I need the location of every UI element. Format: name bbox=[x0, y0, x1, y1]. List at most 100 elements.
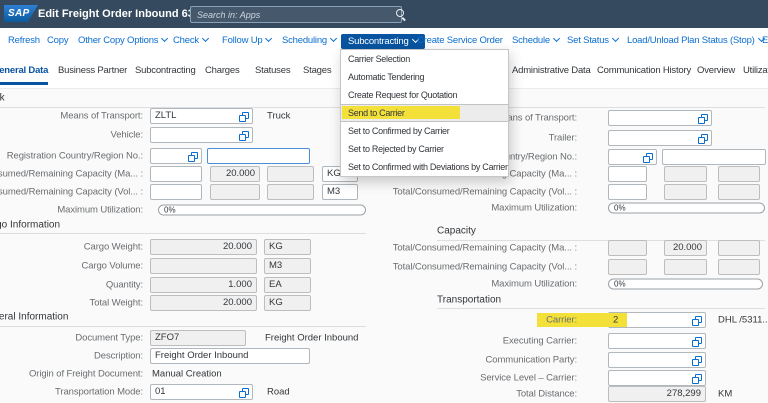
tab-general-data[interactable]: General Data bbox=[0, 64, 48, 85]
communication-party-label: Communication Party: bbox=[327, 355, 577, 366]
registration-country-input[interactable] bbox=[150, 148, 202, 164]
value-help-icon[interactable] bbox=[239, 112, 249, 122]
value-help-icon[interactable] bbox=[239, 131, 249, 141]
carrier-desc: DHL /5311... bbox=[718, 315, 768, 326]
total-distance-unit: KM bbox=[718, 389, 732, 400]
description-input[interactable]: Freight Order Inbound bbox=[150, 348, 310, 364]
scheduling-button[interactable]: Scheduling bbox=[282, 28, 336, 54]
tab-administrative-data[interactable]: Administrative Data bbox=[512, 64, 591, 82]
copy-button[interactable]: Copy bbox=[47, 28, 68, 54]
tab-overview[interactable]: Overview bbox=[697, 64, 735, 82]
trailer-capacity-volume-total-input[interactable] bbox=[608, 184, 647, 200]
capacity-mass-remaining-field bbox=[267, 166, 314, 182]
chevron-down-icon bbox=[161, 35, 168, 42]
other-copy-options-button[interactable]: Other Copy Options bbox=[78, 28, 167, 54]
registration-number-input[interactable] bbox=[207, 148, 310, 164]
capacity-volume-label-right: Total/Consumed/Remaining Capacity (Vol..… bbox=[327, 262, 577, 273]
capacity-mass-total-input[interactable] bbox=[150, 166, 202, 182]
capacity-volume-consumed-field bbox=[210, 184, 260, 200]
section-divider bbox=[437, 308, 765, 309]
registration-country-label: Registration Country/Region No.: bbox=[0, 151, 143, 162]
value-help-icon[interactable] bbox=[692, 337, 702, 347]
section-divider bbox=[0, 233, 366, 234]
menu-item-set-to-confirmed-by-carrier[interactable]: Set to Confirmed by Carrier bbox=[341, 122, 508, 140]
tab-utilization[interactable]: Utilization bbox=[743, 64, 768, 82]
value-help-icon[interactable] bbox=[692, 316, 702, 326]
transportation-mode-desc: Road bbox=[267, 387, 290, 398]
value-help-icon[interactable] bbox=[643, 153, 653, 163]
follow-up-button[interactable]: Follow Up bbox=[222, 28, 271, 54]
subcontracting-menu-button[interactable]: Subcontracting bbox=[341, 34, 425, 49]
menu-item-set-to-rejected-by-carrier[interactable]: Set to Rejected by Carrier bbox=[341, 140, 508, 158]
check-button[interactable]: Check bbox=[173, 28, 208, 54]
document-type-field: ZFO7 bbox=[150, 330, 246, 346]
cargo-volume-unit-field: M3 bbox=[264, 258, 311, 274]
communication-party-input[interactable] bbox=[608, 352, 706, 368]
menu-item-create-request-for-quotation[interactable]: Create Request for Quotation bbox=[341, 86, 508, 104]
capacity-volume-remaining-field-right bbox=[718, 259, 760, 275]
quantity-label: Quantity: bbox=[0, 280, 143, 291]
value-help-icon[interactable] bbox=[698, 134, 708, 144]
maximum-utilization-bar-right: 0% bbox=[608, 279, 763, 290]
menu-item-automatic-tendering[interactable]: Automatic Tendering bbox=[341, 68, 508, 86]
load-unload-plan-status-button[interactable]: Load/Unload Plan Status (Stop) bbox=[627, 28, 764, 54]
tab-charges[interactable]: Charges bbox=[205, 64, 240, 82]
section-title-general-information: General Information bbox=[0, 312, 68, 323]
search-icon[interactable] bbox=[396, 9, 406, 19]
capacity-mass-consumed-field-right: 20.000 bbox=[664, 240, 707, 256]
total-distance-field: 278,299 bbox=[608, 386, 706, 402]
menu-item-set-to-confirmed-with-deviations[interactable]: Set to Confirmed with Deviations by Carr… bbox=[341, 158, 508, 176]
tab-subcontracting[interactable]: Subcontracting bbox=[135, 64, 196, 82]
carrier-value: 2 bbox=[613, 315, 618, 326]
menu-item-carrier-selection[interactable]: Carrier Selection bbox=[341, 50, 508, 68]
means-of-transport-input[interactable]: ZLTL bbox=[150, 108, 253, 124]
trailer-capacity-mass-total-input[interactable] bbox=[608, 166, 647, 182]
tab-business-partner[interactable]: Business Partner bbox=[58, 64, 127, 82]
origin-of-freight-document-label: Origin of Freight Document: bbox=[0, 369, 143, 380]
cut-off-toolbar-button[interactable]: E bbox=[762, 28, 768, 54]
trailer-maximum-utilization-bar: 0% bbox=[608, 203, 765, 214]
value-help-icon[interactable] bbox=[698, 114, 708, 124]
section-title-truck: Truck bbox=[0, 93, 5, 104]
capacity-mass-consumed-field: 20.000 bbox=[210, 166, 260, 182]
menu-item-send-to-carrier[interactable]: Send to Carrier bbox=[341, 104, 508, 122]
chevron-down-icon bbox=[202, 35, 209, 42]
trailer-input[interactable] bbox=[608, 130, 712, 146]
value-help-icon[interactable] bbox=[188, 152, 198, 162]
capacity-volume-remaining-field bbox=[267, 184, 314, 200]
maximum-utilization-label: Maximum Utilization: bbox=[0, 205, 143, 216]
total-weight-unit-field: KG bbox=[264, 295, 311, 311]
value-help-icon[interactable] bbox=[692, 374, 702, 384]
means-of-transport-label: Means of Transport: bbox=[0, 111, 143, 122]
carrier-label: Carrier: bbox=[327, 315, 577, 326]
trailer-registration-country-input[interactable] bbox=[608, 149, 657, 165]
capacity-mass-label: Total/Consumed/Remaining Capacity (Ma...… bbox=[0, 169, 143, 180]
tab-statuses[interactable]: Statuses bbox=[255, 64, 290, 82]
document-type-label: Document Type: bbox=[0, 333, 143, 344]
transportation-mode-input[interactable]: 01 bbox=[150, 384, 253, 400]
maximum-utilization-label-right: Maximum Utilization: bbox=[327, 279, 577, 290]
capacity-volume-total-input[interactable] bbox=[150, 184, 202, 200]
tab-communication-history[interactable]: Communication History bbox=[597, 64, 691, 82]
trailer-registration-number-input[interactable] bbox=[662, 149, 766, 165]
schedule-button[interactable]: Schedule bbox=[512, 28, 559, 54]
total-weight-label: Total Weight: bbox=[0, 298, 143, 309]
tab-stages[interactable]: Stages bbox=[303, 64, 331, 82]
set-status-button[interactable]: Set Status bbox=[567, 28, 618, 54]
section-title-transportation: Transportation bbox=[437, 295, 501, 306]
capacity-mass-remaining-field-right bbox=[718, 240, 760, 256]
value-help-icon[interactable] bbox=[239, 388, 249, 398]
service-level-carrier-input[interactable] bbox=[608, 370, 706, 386]
executing-carrier-input[interactable] bbox=[608, 333, 706, 349]
trailer-capacity-mass-consumed-field bbox=[664, 166, 707, 182]
total-weight-field: 20.000 bbox=[150, 295, 257, 311]
vehicle-input[interactable] bbox=[150, 127, 253, 143]
value-help-icon[interactable] bbox=[692, 356, 702, 366]
refresh-button[interactable]: Refresh bbox=[8, 28, 40, 54]
description-label: Description: bbox=[0, 351, 143, 362]
transportation-mode-label: Transportation Mode: bbox=[0, 387, 143, 398]
cargo-volume-field bbox=[150, 258, 257, 274]
search-input[interactable] bbox=[190, 6, 402, 23]
trailer-means-of-transport-input[interactable] bbox=[608, 110, 712, 126]
trailer-capacity-volume-consumed-field bbox=[664, 184, 707, 200]
